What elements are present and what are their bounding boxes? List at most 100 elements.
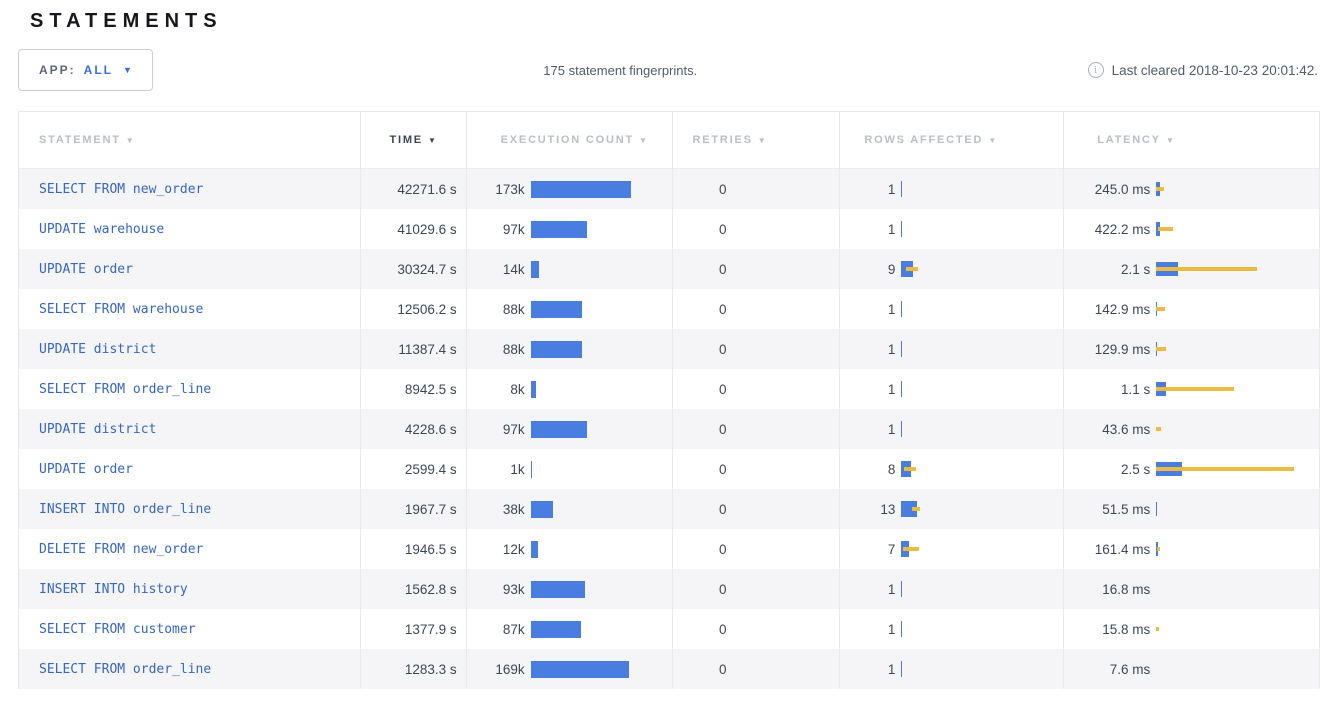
- rows-affected-bar: [901, 380, 1051, 398]
- time-value: 8942.5 s: [405, 382, 457, 397]
- retries-value: 0: [673, 462, 727, 477]
- table-row: DELETE FROM new_order1946.5 s12k07161.4 …: [19, 529, 1320, 569]
- last-cleared: i Last cleared 2018-10-23 20:01:42.: [1088, 62, 1318, 78]
- column-header-statement[interactable]: STATEMENT▼: [19, 112, 361, 169]
- column-header-execution-count[interactable]: EXECUTION COUNT▼: [467, 112, 673, 169]
- execution-count-cell: 169k: [467, 649, 673, 689]
- time-cell: 41029.6 s: [361, 209, 467, 249]
- execution-count-value: 1k: [467, 462, 525, 477]
- statement-link[interactable]: INSERT INTO history: [39, 582, 188, 597]
- retries-cell: 0: [673, 369, 841, 409]
- retries-value: 0: [673, 222, 727, 237]
- latency-bar-stddev-bar: [1156, 347, 1166, 351]
- rows-affected-cell: 1: [840, 209, 1064, 249]
- rows-affected-bar: [901, 340, 1051, 358]
- latency-bar: [1156, 660, 1314, 678]
- execution-count-value: 93k: [467, 582, 525, 597]
- execution-count-bar: [531, 421, 587, 438]
- execution-count-cell: 8k: [467, 369, 673, 409]
- rows-affected-value: 7: [840, 542, 895, 557]
- retries-cell: 0: [673, 169, 841, 209]
- column-header-time[interactable]: TIME▼: [361, 112, 467, 169]
- latency-bar: [1156, 460, 1314, 478]
- latency-bar: [1156, 220, 1314, 238]
- rows-affected-value: 1: [840, 582, 895, 597]
- rows-affected-bar-stddev-bar: [903, 547, 919, 551]
- statement-link[interactable]: SELECT FROM order_line: [39, 662, 211, 677]
- time-value: 4228.6 s: [405, 422, 457, 437]
- statement-link[interactable]: UPDATE district: [39, 422, 156, 437]
- rows-affected-cell: 1: [840, 569, 1064, 609]
- latency-cell: 129.9 ms: [1064, 329, 1320, 369]
- time-value: 1283.3 s: [405, 662, 457, 677]
- statement-cell: UPDATE warehouse: [19, 209, 361, 249]
- statement-cell: SELECT FROM new_order: [19, 169, 361, 209]
- statement-link[interactable]: INSERT INTO order_line: [39, 502, 211, 517]
- execution-count-bar: [531, 461, 532, 478]
- rows-affected-bar-mean-bar: [901, 221, 902, 237]
- rows-affected-cell: 1: [840, 289, 1064, 329]
- column-header-retries[interactable]: RETRIES▼: [673, 112, 841, 169]
- latency-bar-stddev-bar: [1156, 627, 1159, 631]
- rows-affected-bar-mean-bar: [901, 581, 902, 597]
- latency-value: 7.6 ms: [1064, 662, 1150, 677]
- execution-count-cell: 38k: [467, 489, 673, 529]
- rows-affected-bar: [901, 300, 1051, 318]
- column-header-rows-affected[interactable]: ROWS AFFECTED▼: [840, 112, 1064, 169]
- statement-link[interactable]: SELECT FROM warehouse: [39, 302, 203, 317]
- latency-bar: [1156, 500, 1314, 518]
- info-icon[interactable]: i: [1088, 62, 1104, 78]
- execution-count-bar: [531, 541, 538, 558]
- latency-cell: 161.4 ms: [1064, 529, 1320, 569]
- retries-value: 0: [673, 502, 727, 517]
- time-value: 1967.7 s: [405, 502, 457, 517]
- latency-bar: [1156, 180, 1314, 198]
- time-cell: 1377.9 s: [361, 609, 467, 649]
- statements-table-header: STATEMENT▼TIME▼EXECUTION COUNT▼RETRIES▼R…: [19, 112, 1320, 169]
- statement-link[interactable]: UPDATE order: [39, 462, 133, 477]
- column-header-latency[interactable]: LATENCY▼: [1064, 112, 1320, 169]
- latency-cell: 15.8 ms: [1064, 609, 1320, 649]
- latency-bar: [1156, 580, 1314, 598]
- last-cleared-text: Last cleared 2018-10-23 20:01:42.: [1112, 63, 1318, 78]
- execution-count-value: 97k: [467, 422, 525, 437]
- statement-link[interactable]: SELECT FROM customer: [39, 622, 196, 637]
- latency-bar: [1156, 380, 1314, 398]
- time-value: 30324.7 s: [397, 262, 456, 277]
- rows-affected-bar-mean-bar: [901, 381, 902, 397]
- statement-link[interactable]: UPDATE warehouse: [39, 222, 164, 237]
- time-cell: 42271.6 s: [361, 169, 467, 209]
- execution-count-bar: [531, 221, 587, 238]
- statement-link[interactable]: UPDATE order: [39, 262, 133, 277]
- latency-value: 2.1 s: [1064, 262, 1150, 277]
- latency-bar: [1156, 620, 1314, 638]
- latency-bar-stddev-bar: [1156, 307, 1165, 311]
- execution-count-cell: 12k: [467, 529, 673, 569]
- retries-value: 0: [673, 662, 727, 677]
- statement-link[interactable]: DELETE FROM new_order: [39, 542, 203, 557]
- statement-link[interactable]: SELECT FROM order_line: [39, 382, 211, 397]
- latency-bar-stddev-bar: [1156, 187, 1164, 191]
- latency-value: 2.5 s: [1064, 462, 1150, 477]
- retries-cell: 0: [673, 489, 841, 529]
- app-filter-value: ALL: [84, 63, 113, 77]
- statements-table: STATEMENT▼TIME▼EXECUTION COUNT▼RETRIES▼R…: [18, 111, 1320, 689]
- rows-affected-value: 8: [840, 462, 895, 477]
- rows-affected-value: 1: [840, 662, 895, 677]
- time-value: 11387.4 s: [398, 342, 456, 357]
- rows-affected-bar: [901, 660, 1051, 678]
- rows-affected-bar: [901, 220, 1051, 238]
- subheader: APP: ALL ▼ 175 statement fingerprints. i…: [18, 48, 1318, 92]
- rows-affected-value: 1: [840, 182, 895, 197]
- retries-value: 0: [673, 582, 727, 597]
- statement-link[interactable]: SELECT FROM new_order: [39, 182, 203, 197]
- app-filter-dropdown[interactable]: APP: ALL ▼: [18, 49, 153, 91]
- retries-value: 0: [673, 182, 727, 197]
- execution-count-cell: 1k: [467, 449, 673, 489]
- execution-count-value: 12k: [467, 542, 525, 557]
- latency-bar-stddev-bar: [1156, 267, 1257, 271]
- time-value: 41029.6 s: [397, 222, 456, 237]
- latency-bar: [1156, 340, 1314, 358]
- time-value: 1946.5 s: [405, 542, 457, 557]
- statement-link[interactable]: UPDATE district: [39, 342, 156, 357]
